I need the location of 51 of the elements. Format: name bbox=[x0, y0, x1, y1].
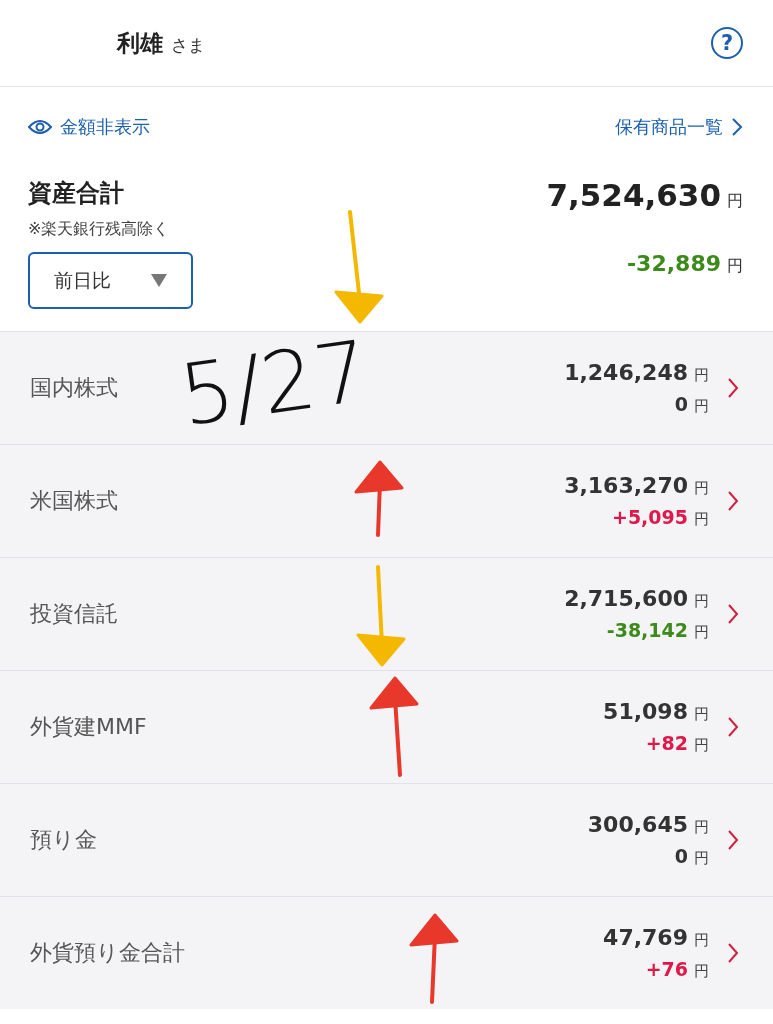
daily-change: +76 bbox=[645, 958, 688, 980]
asset-amount: 47,769 bbox=[603, 925, 688, 950]
asset-amount: 300,645 bbox=[587, 812, 688, 837]
eye-icon bbox=[28, 119, 52, 135]
period-dropdown[interactable]: 前日比 bbox=[28, 252, 193, 309]
asset-amount: 51,098 bbox=[603, 699, 688, 724]
asset-amount: 3,163,270 bbox=[564, 473, 688, 498]
chevron-right-icon[interactable] bbox=[727, 377, 739, 399]
holdings-list-link[interactable]: 保有商品一覧 bbox=[615, 115, 743, 139]
daily-change: -38,142 bbox=[606, 619, 688, 641]
daily-change: 0 bbox=[674, 393, 688, 415]
asset-category: 預り金 bbox=[30, 826, 98, 854]
currency-unit: 円 bbox=[694, 931, 709, 950]
asset-category: 投資信託 bbox=[30, 600, 119, 628]
currency-unit: 円 bbox=[694, 849, 709, 868]
total-change: -32,889 bbox=[626, 251, 721, 276]
asset-category: 米国株式 bbox=[30, 487, 119, 515]
asset-amount: 1,246,248 bbox=[564, 360, 688, 385]
chevron-right-icon[interactable] bbox=[727, 716, 739, 738]
currency-unit: 円 bbox=[727, 256, 743, 277]
currency-unit: 円 bbox=[694, 623, 709, 642]
honorific: さま bbox=[171, 33, 205, 57]
total-amount: 7,524,630 bbox=[546, 177, 721, 213]
currency-unit: 円 bbox=[694, 705, 709, 724]
asset-category: 外貨預り金合計 bbox=[30, 939, 186, 967]
currency-unit: 円 bbox=[694, 479, 709, 498]
note-text: ※楽天銀行残高除く bbox=[28, 219, 171, 240]
currency-unit: 円 bbox=[694, 397, 709, 416]
asset-amount: 2,715,600 bbox=[564, 586, 688, 611]
currency-unit: 円 bbox=[694, 962, 709, 981]
section-title: 資産合計 bbox=[28, 178, 125, 209]
currency-unit: 円 bbox=[694, 736, 709, 755]
chevron-right-icon bbox=[731, 117, 743, 137]
daily-change: +5,095 bbox=[611, 506, 688, 528]
chevron-right-icon[interactable] bbox=[727, 603, 739, 625]
asset-category: 外貨建MMF bbox=[30, 713, 148, 741]
currency-unit: 円 bbox=[694, 818, 709, 837]
currency-unit: 円 bbox=[694, 510, 709, 529]
hide-amounts-link[interactable]: 金額非表示 bbox=[28, 115, 150, 139]
help-button[interactable]: ? bbox=[711, 27, 743, 59]
daily-change: +82 bbox=[645, 732, 688, 754]
currency-unit: 円 bbox=[694, 592, 709, 611]
currency-unit: 円 bbox=[727, 191, 743, 212]
chevron-right-icon[interactable] bbox=[727, 490, 739, 512]
daily-change: 0 bbox=[674, 845, 688, 867]
user-name: 利雄 bbox=[117, 28, 163, 58]
chevron-right-icon[interactable] bbox=[727, 942, 739, 964]
currency-unit: 円 bbox=[694, 366, 709, 385]
handwritten-note: 5/27 bbox=[175, 328, 374, 439]
dropdown-triangle-icon bbox=[151, 274, 167, 287]
chevron-right-icon[interactable] bbox=[727, 829, 739, 851]
